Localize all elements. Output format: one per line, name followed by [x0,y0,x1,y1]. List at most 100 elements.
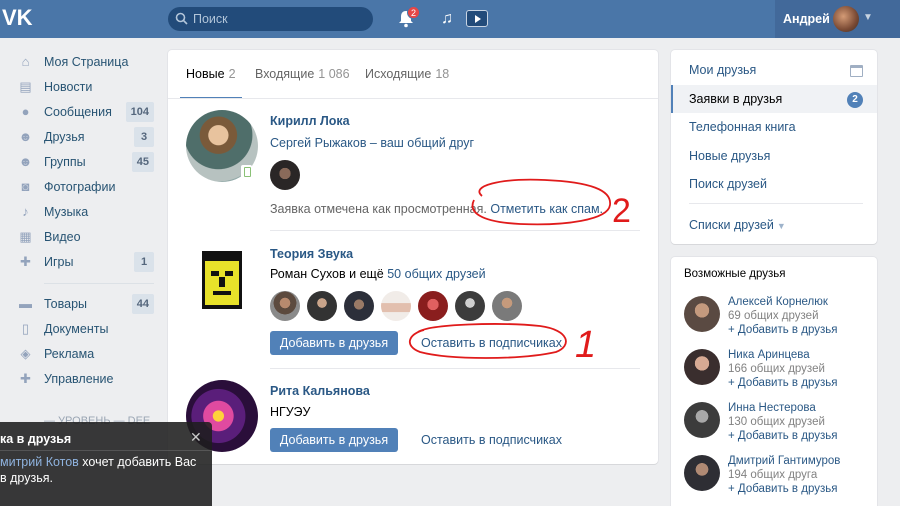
add-friend-link[interactable]: + Добавить в друзья [728,483,837,495]
avatar[interactable] [270,291,300,321]
avatar[interactable] [684,455,720,491]
keep-follower-button[interactable]: Оставить в подписчиках [421,428,562,452]
avatar[interactable] [492,291,522,321]
top-header: VK Поиск 2 ♫ Андрей ▼ [0,0,900,38]
add-friend-link[interactable]: + Добавить в друзья [728,324,837,336]
chevron-down-icon: ▼ [776,221,786,231]
avatar[interactable] [186,243,258,315]
sidebar-item-label: Реклама [44,347,95,361]
sidebar-item-my-page[interactable]: ⌂ Моя Страница [18,50,154,75]
mutual-friends-link[interactable]: 50 общих друзей [387,267,485,281]
sidebar-item-groups[interactable]: ☻ Группы 45 [18,150,154,175]
sidebar-item-goods[interactable]: ▬ Товары 44 [18,292,154,317]
tab-label: Исходящие [365,67,432,81]
avatar[interactable] [455,291,485,321]
sidebar-item-news[interactable]: ▤ Новости [18,75,154,100]
divider [270,230,640,231]
avatar[interactable] [684,349,720,385]
sidebar-item-label: Друзья [44,130,85,144]
add-friend-button[interactable]: Добавить в друзья [270,331,398,355]
nav-my-friends[interactable]: Мои друзья [671,56,877,84]
sidebar-item-label: Фотографии [44,180,116,194]
sidebar-item-management[interactable]: ✚ Управление [18,367,154,392]
friend-lists-dropdown[interactable]: Списки друзей ▼ [689,218,786,232]
add-friend-link[interactable]: + Добавить в друзья [728,377,837,389]
sidebar-item-ads[interactable]: ◈ Реклама [18,342,154,367]
sidebar-item-label: Новости [44,80,93,94]
avatar[interactable] [684,402,720,438]
sidebar-item-documents[interactable]: ▯ Документы [18,317,154,342]
avatar[interactable] [381,291,411,321]
add-friend-link[interactable]: + Добавить в друзья [728,430,837,442]
nav-label: Поиск друзей [689,177,767,191]
tabs: Новые 2 Входящие 1 086 Исходящие 18 [168,50,658,99]
play-icon[interactable] [466,10,488,27]
video-icon: ▦ [19,229,32,244]
avatar[interactable] [270,160,300,190]
groups-icon: ☻ [18,154,33,169]
request-subtitle: НГУЭУ [270,405,311,419]
divider [689,203,863,204]
tab-new[interactable]: Новые 2 [186,67,236,81]
calendar-icon[interactable] [850,65,863,77]
status-text: Заявка отмечена как просмотренная. [270,202,487,216]
request-name[interactable]: Теория Звука [270,247,353,261]
user-menu[interactable]: Андрей ▼ [775,0,900,38]
sidebar-item-label: Видео [44,230,81,244]
friend-name[interactable]: Инна Нестерова [728,402,816,414]
sidebar-item-games[interactable]: ✚ Игры 1 [18,250,154,275]
sidebar-item-label: Управление [44,372,114,386]
sidebar-item-music[interactable]: ♪ Музыка [18,200,154,225]
toast-sender-link[interactable]: митрий Котов [0,455,79,469]
sidebar-item-video[interactable]: ▦ Видео [18,225,154,250]
sidebar-item-label: Группы [44,155,86,169]
request-name[interactable]: Кирилл Лока [270,114,350,128]
avatar[interactable] [418,291,448,321]
keep-follower-button[interactable]: Оставить в подписчиках [421,331,562,355]
request-name[interactable]: Рита Кальянова [270,384,370,398]
request-status: Заявка отмечена как просмотренная. Отмет… [270,202,603,216]
sidebar-item-messages[interactable]: ● Сообщения 104 [18,100,154,125]
document-icon: ▯ [21,321,30,336]
possible-friends-panel: Возможные друзья Алексей Корнелюк 69 общ… [671,257,877,506]
music-icon[interactable]: ♫ [441,11,453,27]
tab-label: Новые [186,67,225,81]
mobile-online-icon [241,165,252,178]
avatar[interactable] [307,291,337,321]
vk-logo-icon[interactable]: VK [2,5,33,31]
tab-count: 2 [228,67,236,81]
request-subtitle: Роман Сухов и ещё 50 общих друзей [270,267,486,281]
friends-nav: Мои друзья Заявки в друзья 2 Телефонная к… [671,50,877,244]
nav-friend-requests[interactable]: Заявки в друзья 2 [671,85,877,113]
mutual-prefix: Роман Сухов и ещё [270,267,388,281]
tab-incoming[interactable]: Входящие 1 086 [255,67,350,81]
mutual-count: 166 общих друзей [728,363,825,375]
nav-label: Списки друзей [689,218,774,232]
search-input[interactable]: Поиск [168,7,373,31]
nav-label: Мои друзья [689,63,757,77]
mutual-count: 69 общих друзей [728,310,819,322]
mutual-count: 194 общих друга [728,469,818,481]
ads-icon: ◈ [20,346,31,361]
nav-search-friends[interactable]: Поиск друзей [671,170,877,198]
friend-name[interactable]: Алексей Корнелюк [728,296,828,308]
sidebar: ⌂ Моя Страница ▤ Новости ● Сообщения 104 ☻ Др… [18,50,154,392]
friend-name[interactable]: Ника Аринцева [728,349,810,361]
add-friend-button[interactable]: Добавить в друзья [270,428,398,452]
tab-outgoing[interactable]: Исходящие 18 [365,67,449,81]
mark-spam-link[interactable]: Отметить как спам. [490,202,603,216]
sidebar-item-friends[interactable]: ☻ Друзья 3 [18,125,154,150]
music-icon: ♪ [22,204,29,219]
sidebar-item-photos[interactable]: ◙ Фотографии [18,175,154,200]
request-subtitle: Сергей Рыжаков – ваш общий друг [270,136,474,150]
divider [0,450,212,451]
avatar[interactable] [684,296,720,332]
nav-new-friends[interactable]: Новые друзья [671,142,877,170]
mutual-friend-text[interactable]: Сергей Рыжаков – ваш общий друг [270,136,474,150]
friend-name[interactable]: Дмитрий Гантимуров [728,455,840,467]
close-icon[interactable]: ✕ [190,429,202,446]
avatar[interactable] [344,291,374,321]
count-badge: 104 [125,102,154,122]
nav-phone-book[interactable]: Телефонная книга [671,113,877,141]
notification-toast[interactable]: ка в друзья ✕ митрий Котов хочет добавит… [0,422,212,506]
